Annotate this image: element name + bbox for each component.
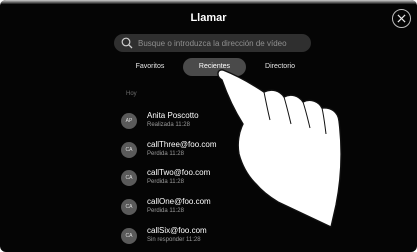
call-status: Sin responder 11:28 — [147, 237, 201, 243]
close-button[interactable] — [392, 9, 411, 28]
device-bezel — [0, 0, 417, 4]
tab-recientes[interactable]: Recientes — [183, 58, 246, 76]
call-status: Realizada 11:28 — [147, 122, 190, 128]
avatar: CA — [121, 228, 137, 244]
search-placeholder: Busque o introduzca la dirección de víde… — [138, 38, 287, 48]
contact-name: callThree@foo.com — [147, 140, 217, 149]
contact-name: callTwo@foo.com — [147, 168, 211, 177]
list-item[interactable]: CA callOne@foo.com Perdida 11:28 — [120, 196, 320, 218]
call-status: Perdida 11:28 — [147, 151, 184, 157]
search-icon — [120, 37, 133, 50]
contact-name: callSix@foo.com — [147, 226, 207, 235]
list-item[interactable]: CA callTwo@foo.com Perdida 11:28 — [120, 167, 320, 189]
avatar: CA — [121, 142, 137, 158]
tab-favoritos[interactable]: Favoritos — [122, 58, 178, 76]
list-item[interactable]: CA callThree@foo.com Perdida 11:28 — [120, 139, 320, 161]
page-title: Llamar — [190, 12, 227, 24]
call-screen: Llamar Busque o introduzca la dirección … — [0, 0, 417, 252]
close-icon — [397, 14, 406, 23]
avatar: AP — [121, 113, 137, 129]
call-status: Perdida 11:28 — [147, 179, 184, 185]
contact-name: Anita Poscotto — [147, 111, 199, 120]
tab-bar: Favoritos Recientes Directorio — [0, 58, 417, 76]
avatar: CA — [121, 170, 137, 186]
tab-directorio[interactable]: Directorio — [252, 58, 308, 76]
search-input[interactable]: Busque o introduzca la dirección de víde… — [114, 34, 311, 52]
avatar: CA — [121, 199, 137, 215]
list-item[interactable]: CA callSix@foo.com Sin responder 11:28 — [120, 225, 320, 247]
list-item[interactable]: AP Anita Poscotto Realizada 11:28 — [120, 110, 320, 132]
call-status: Perdida 11:28 — [147, 208, 184, 214]
contact-name: callOne@foo.com — [147, 197, 211, 206]
section-label-today: Hoy — [126, 91, 137, 97]
